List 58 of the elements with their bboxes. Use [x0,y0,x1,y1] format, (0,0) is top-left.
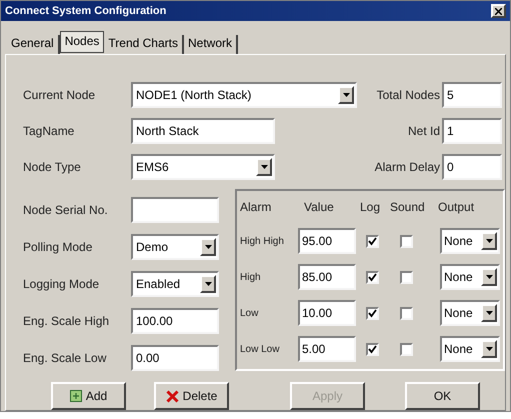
field-label: TagName [23,123,76,140]
input-field[interactable]: 100.00 [131,308,219,334]
input-field[interactable]: 5.00 [298,336,356,362]
tab[interactable]: Network [184,35,238,54]
close-button[interactable] [491,4,506,18]
dialog-button[interactable]: OK [405,382,480,410]
tab[interactable]: Nodes [60,31,104,53]
alarm-label: Low [240,306,260,320]
dropdown[interactable]: None [440,336,500,362]
input-field[interactable]: 95.00 [298,228,356,254]
field-label: Alarm Delay [374,159,441,176]
input-field[interactable]: 85.00 [298,264,356,290]
checkbox[interactable] [366,342,379,356]
field-label: Net Id [406,123,441,140]
checkbox[interactable] [400,306,413,320]
dropdown[interactable]: None [440,300,500,326]
checkbox[interactable] [400,234,413,248]
checkbox[interactable] [366,234,379,248]
alarm-label: Low Low [240,342,280,356]
delete-button[interactable]: Delete [154,382,229,410]
field-label: Node Type [23,159,82,176]
add-button[interactable]: Add [51,382,126,410]
checkbox[interactable] [400,342,413,356]
tab[interactable]: Trend Charts [104,35,184,54]
checkbox[interactable] [400,270,413,284]
field-label: Eng. Scale High [23,312,110,330]
alarm-label: High [240,270,262,284]
dropdown[interactable]: Demo [131,234,219,260]
checkbox[interactable] [366,270,379,284]
dropdown[interactable]: Enabled [131,270,219,296]
window-title: Connect System Configuration [5,4,166,19]
close-icon [495,8,502,14]
column-header: Alarm [240,199,272,216]
add-icon [70,390,82,402]
field-label: Logging Mode [23,276,100,292]
input-field[interactable] [131,196,219,222]
field-label: Node Serial No. [23,202,109,218]
column-header: Log [360,199,382,216]
column-header: Value [303,199,335,216]
delete-icon [166,390,179,402]
input-field[interactable]: 0.00 [131,344,219,370]
checkbox[interactable] [366,306,379,320]
input-field[interactable]: 10.00 [298,300,356,326]
dropdown[interactable]: None [440,228,500,254]
alarm-label: High High [240,234,285,248]
field-label: Polling Mode [23,238,94,256]
column-header: Sound [390,199,426,216]
input-field[interactable]: 0 [442,154,502,180]
dropdown[interactable]: EMS6 [131,154,275,180]
dropdown[interactable]: None [440,264,500,290]
field-label: Total Nodes [376,87,441,104]
column-header: Output [438,199,476,216]
dropdown[interactable]: NODE1 (North Stack) [131,82,357,108]
input-field[interactable]: 1 [442,118,502,144]
field-label: Current Node [23,87,96,104]
field-label: Eng. Scale Low [23,350,108,366]
input-field[interactable]: North Stack [131,118,275,144]
input-field[interactable]: 5 [442,82,502,108]
